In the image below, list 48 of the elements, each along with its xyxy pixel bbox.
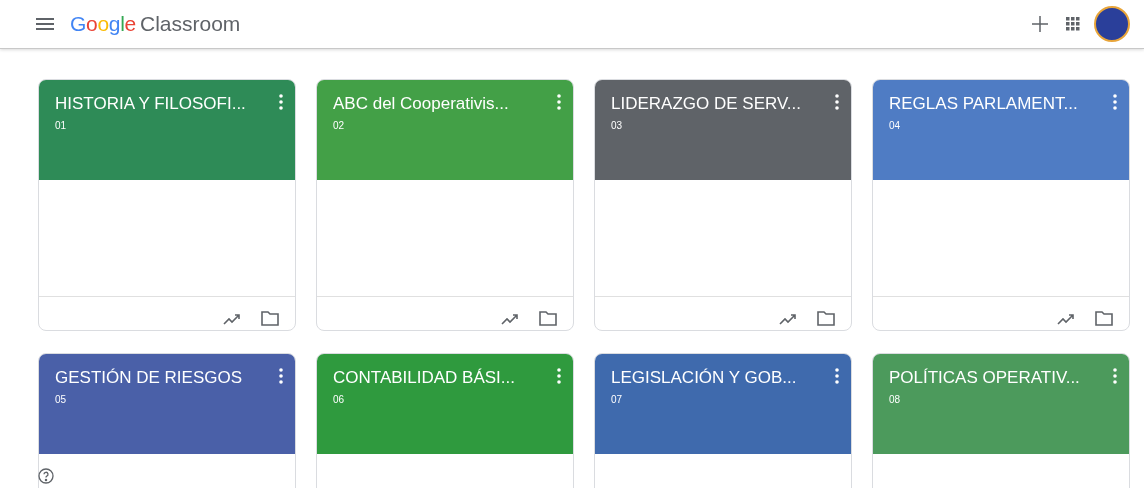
more-options-button[interactable] xyxy=(555,368,563,384)
more-options-button[interactable] xyxy=(555,94,563,110)
folder-icon xyxy=(1095,311,1113,326)
folder-icon xyxy=(261,311,279,326)
more-vert-icon xyxy=(279,368,283,384)
more-options-button[interactable] xyxy=(277,94,285,110)
google-logo[interactable]: Google xyxy=(70,12,136,36)
more-options-button[interactable] xyxy=(833,368,841,384)
trending-up-icon xyxy=(501,312,519,325)
class-title[interactable]: GESTIÓN DE RIESGOS xyxy=(55,368,277,388)
more-vert-icon xyxy=(835,368,839,384)
more-options-button[interactable] xyxy=(1111,368,1119,384)
class-section: 08 xyxy=(889,394,1111,405)
more-options-button[interactable] xyxy=(1111,94,1119,110)
app-name: Classroom xyxy=(140,12,241,36)
more-vert-icon xyxy=(557,94,561,110)
class-section: 01 xyxy=(55,120,277,131)
plus-icon xyxy=(1032,16,1048,32)
class-section: 04 xyxy=(889,120,1111,131)
class-title[interactable]: CONTABILIDAD BÁSI... xyxy=(333,368,555,388)
more-vert-icon xyxy=(1113,94,1117,110)
class-title[interactable]: HISTORIA Y FILOSOFI... xyxy=(55,94,277,114)
help-icon xyxy=(38,468,54,484)
class-section: 03 xyxy=(611,120,833,131)
class-section: 02 xyxy=(333,120,555,131)
more-vert-icon xyxy=(557,368,561,384)
more-options-button[interactable] xyxy=(833,94,841,110)
class-title[interactable]: REGLAS PARLAMENT... xyxy=(889,94,1111,114)
class-title[interactable]: ABC del Cooperativis... xyxy=(333,94,555,114)
account-avatar[interactable] xyxy=(1094,6,1130,42)
more-vert-icon xyxy=(835,94,839,110)
apps-grid-icon xyxy=(1066,17,1080,31)
class-title[interactable]: LEGISLACIÓN Y GOB... xyxy=(611,368,833,388)
trending-up-icon xyxy=(779,312,797,325)
class-title[interactable]: LIDERAZGO DE SERV... xyxy=(611,94,833,114)
class-title[interactable]: POLÍTICAS OPERATIV... xyxy=(889,368,1111,388)
trending-up-icon xyxy=(223,312,241,325)
more-vert-icon xyxy=(279,94,283,110)
more-vert-icon xyxy=(1113,368,1117,384)
more-options-button[interactable] xyxy=(277,368,285,384)
menu-icon xyxy=(36,18,54,30)
help-button[interactable] xyxy=(36,466,56,486)
trending-up-icon xyxy=(1057,312,1075,325)
class-section: 07 xyxy=(611,394,833,405)
folder-icon xyxy=(539,311,557,326)
folder-icon xyxy=(817,311,835,326)
class-section: 06 xyxy=(333,394,555,405)
class-section: 05 xyxy=(55,394,277,405)
